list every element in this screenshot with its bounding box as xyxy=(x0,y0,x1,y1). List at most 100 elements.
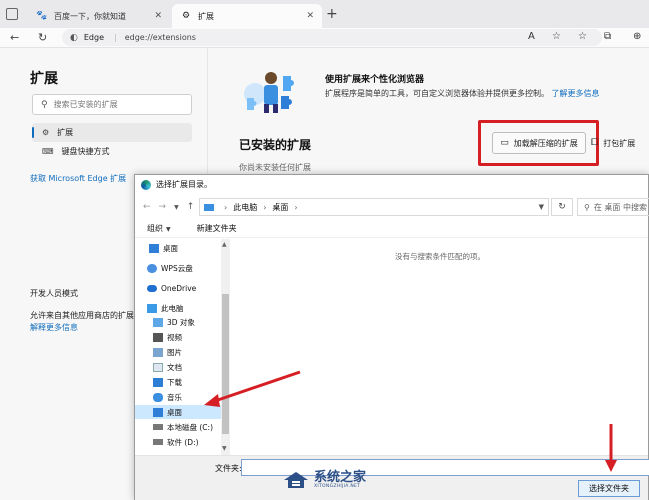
installed-title: 已安装的扩展 xyxy=(239,138,312,152)
new-folder-button[interactable]: 新建文件夹 xyxy=(197,223,237,234)
breadcrumb-item[interactable]: 此电脑 xyxy=(233,202,257,213)
download-icon xyxy=(153,377,163,387)
empty-message: 没有与搜索条件匹配的项。 xyxy=(395,252,485,261)
search-placeholder: 搜索已安装的扩展 xyxy=(53,100,118,109)
promo-text: 扩展程序是简单的工具，可自定义浏览器体验并提供更多控制。 xyxy=(325,89,549,98)
chevron-down-icon[interactable]: ▼ xyxy=(539,203,544,211)
promo-title: 使用扩展来个性化浏览器 xyxy=(325,75,425,85)
read-aloud-icon[interactable]: A xyxy=(528,31,535,42)
organize-button[interactable]: 组织 ▼ xyxy=(147,223,171,234)
folder-label: 文件夹: xyxy=(215,464,242,473)
refresh-icon: ↻ xyxy=(558,202,566,212)
document-icon xyxy=(153,362,163,372)
profile-icon[interactable]: ⊕ xyxy=(633,31,641,42)
drive-icon xyxy=(153,424,163,430)
scrollbar[interactable]: ▲ ▼ xyxy=(221,239,230,455)
edge-logo-icon: ◐ xyxy=(70,32,78,43)
nav-item-label: 本地磁盘 (C:) xyxy=(167,422,213,432)
select-folder-button[interactable]: 选择文件夹 xyxy=(578,480,640,497)
nav-item-label: 视频 xyxy=(167,332,182,342)
nav-item[interactable]: 桌面 xyxy=(135,405,221,419)
folder-picker-dialog: 选择扩展目录。 ← → ▼ ↑ › 此电脑 › 桌面 › ▼ ↻ ⚲ 在 桌面 … xyxy=(134,174,649,500)
close-icon[interactable]: ✕ xyxy=(154,11,162,21)
illustration-icon xyxy=(244,72,294,113)
organize-label: 组织 xyxy=(147,224,163,233)
search-input[interactable]: ⚲ 搜索已安装的扩展 xyxy=(32,94,192,115)
address-bar: ← ↻ ◐ Edge | edge://extensions A ☆ ☆ ⧉ ⊕ xyxy=(0,28,649,48)
chevron-down-icon[interactable]: ▼ xyxy=(222,445,227,452)
url-input[interactable]: ◐ Edge | edge://extensions xyxy=(62,29,602,46)
dev-mode-label: 开发人员模式 xyxy=(30,289,78,298)
pack-extension-label: 打包扩展 xyxy=(603,138,636,148)
tab-title: 扩展 xyxy=(198,11,214,21)
tab-baidu[interactable]: 🐾 百度一下，你就知道 ✕ xyxy=(28,4,170,28)
chevron-down-icon: ▼ xyxy=(166,226,171,233)
nav-item-label: 软件 (D:) xyxy=(167,437,199,447)
back-icon[interactable]: ← xyxy=(10,31,19,44)
sidebar-item-extensions[interactable]: ⚙ 扩展 xyxy=(32,123,192,142)
chevron-up-icon[interactable]: ▲ xyxy=(222,241,227,248)
refresh-icon[interactable]: ↻ xyxy=(38,31,47,44)
search-input[interactable]: ⚲ 在 桌面 中搜索 xyxy=(577,198,649,216)
dialog-title: 选择扩展目录。 xyxy=(156,180,212,189)
breadcrumb[interactable]: › 此电脑 › 桌面 › ▼ xyxy=(199,198,549,216)
search-icon: ⚲ xyxy=(584,202,590,212)
url-prefix: Edge xyxy=(83,33,104,42)
sidebar-item-label: 键盘快捷方式 xyxy=(61,147,110,156)
package-icon: ⧠ xyxy=(591,138,599,148)
watermark-subtitle: XITONGZHIJIA.NET xyxy=(314,484,361,489)
keyboard-icon: ⌨ xyxy=(42,147,54,156)
url-text: edge://extensions xyxy=(124,33,196,42)
nav-item-label: 桌面 xyxy=(167,407,182,417)
new-tab-button[interactable]: + xyxy=(326,6,338,22)
highlight-box xyxy=(478,120,599,166)
learn-more-link[interactable]: 解释更多信息 xyxy=(30,322,78,333)
cloud-icon xyxy=(147,263,157,273)
nav-item-label: OneDrive xyxy=(161,283,197,293)
back-icon[interactable]: ← xyxy=(143,202,151,212)
no-extensions-text: 你尚未安装任何扩展 xyxy=(239,163,311,172)
tab-title: 百度一下，你就知道 xyxy=(54,11,126,21)
file-list: 没有与搜索条件匹配的项。 xyxy=(230,239,649,455)
tab-extensions[interactable]: ⚙ 扩展 ✕ xyxy=(172,4,322,28)
tab-actions-icon[interactable] xyxy=(6,8,18,20)
favorites-icon[interactable]: ☆ xyxy=(578,31,587,42)
dialog-title-bar: 选择扩展目录。 xyxy=(135,175,648,194)
edge-logo-icon xyxy=(141,179,151,190)
sidebar-item-shortcuts[interactable]: ⌨ 键盘快捷方式 xyxy=(32,142,192,161)
image-icon xyxy=(153,347,163,357)
chevron-right-icon: › xyxy=(224,202,228,212)
get-extensions-link[interactable]: 获取 Microsoft Edge 扩展 xyxy=(30,173,126,184)
search-placeholder: 在 桌面 中搜索 xyxy=(593,202,647,212)
onedrive-icon xyxy=(147,284,157,292)
learn-more-link[interactable]: 了解更多信息 xyxy=(552,89,600,98)
nav-item-label: 3D 对象 xyxy=(167,317,195,327)
search-icon: ⚲ xyxy=(41,99,48,110)
scrollbar-thumb[interactable] xyxy=(222,294,229,434)
nav-item-label: WPS云盘 xyxy=(161,263,193,273)
dialog-footer: 文件夹: 选择文件夹 xyxy=(135,455,649,500)
chevron-down-icon[interactable]: ▼ xyxy=(174,204,179,211)
watermark-title: 系统之家 xyxy=(314,470,367,485)
nav-item-label: 桌面 xyxy=(163,243,178,253)
extensions-icon: ⚙ xyxy=(42,128,50,137)
refresh-button[interactable]: ↻ xyxy=(551,198,573,216)
star-icon[interactable]: ☆ xyxy=(552,31,561,42)
dialog-nav-bar: ← → ▼ ↑ › 此电脑 › 桌面 › ▼ ↻ ⚲ 在 桌面 中搜索 xyxy=(135,194,649,220)
nav-item-label: 文档 xyxy=(167,362,182,372)
chevron-right-icon: › xyxy=(294,202,298,212)
pack-extension-button[interactable]: ⧠ 打包扩展 xyxy=(591,132,635,154)
sidebar-item-label: 扩展 xyxy=(57,128,74,137)
up-icon[interactable]: ↑ xyxy=(187,202,195,212)
chevron-right-icon: › xyxy=(263,202,267,212)
house-logo-icon xyxy=(284,472,308,488)
nav-item-label: 图片 xyxy=(167,347,182,357)
tab-bar: 🐾 百度一下，你就知道 ✕ ⚙ 扩展 ✕ + xyxy=(0,0,649,28)
breadcrumb-item[interactable]: 桌面 xyxy=(272,202,288,213)
video-icon xyxy=(153,332,163,342)
forward-icon[interactable]: → xyxy=(159,202,167,212)
nav-item-label: 此电脑 xyxy=(161,303,184,313)
close-icon[interactable]: ✕ xyxy=(306,11,314,21)
collections-icon[interactable]: ⧉ xyxy=(604,31,611,42)
extensions-icon: ⚙ xyxy=(181,11,191,21)
